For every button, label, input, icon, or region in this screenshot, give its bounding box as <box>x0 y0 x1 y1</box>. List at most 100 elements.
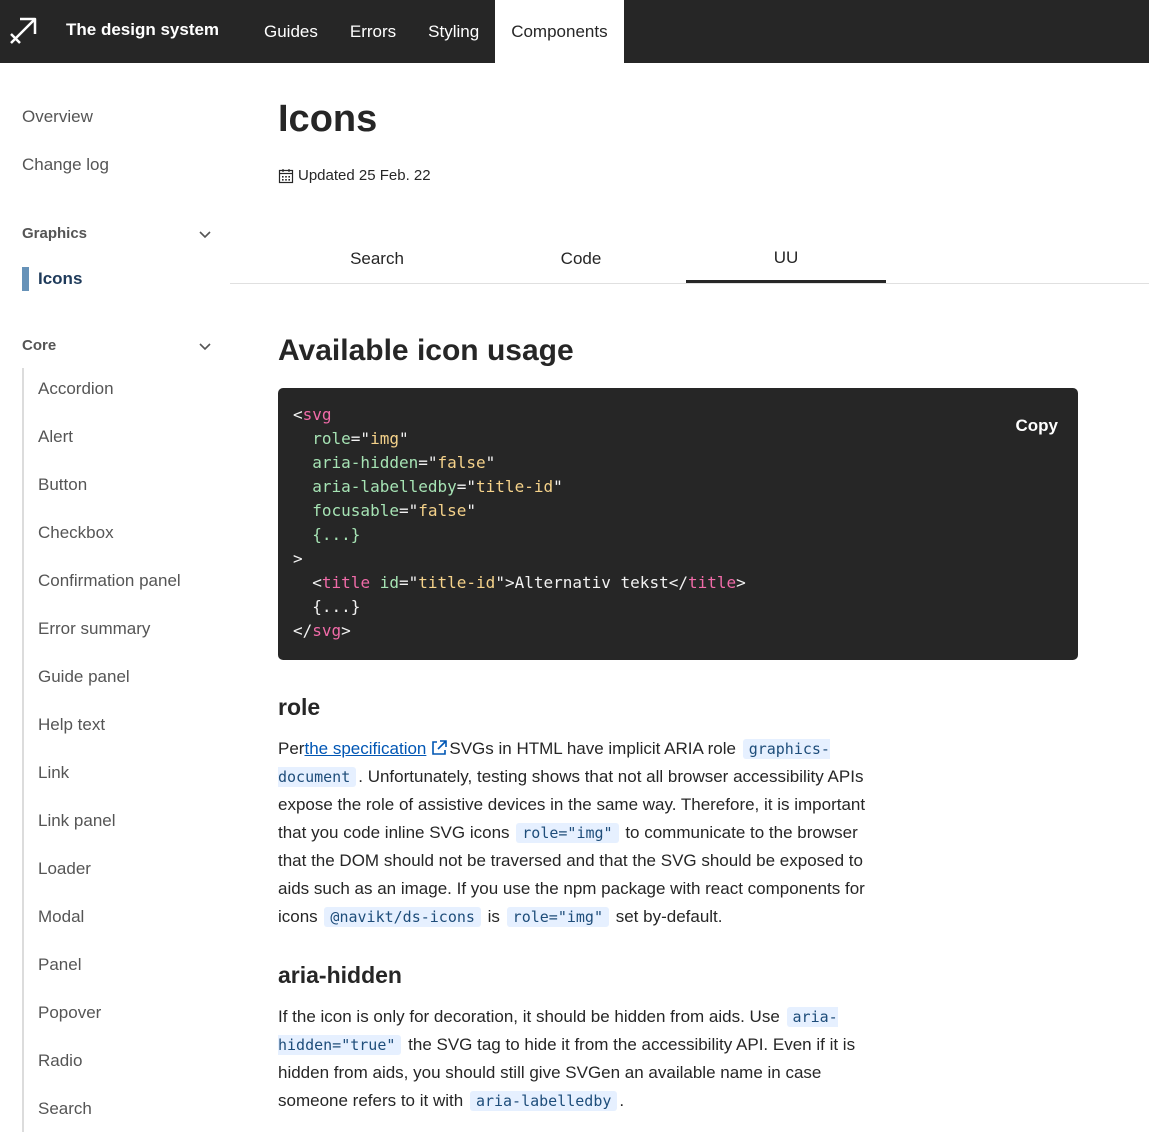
code-token: =" <box>350 429 371 448</box>
code-token: =" <box>398 501 419 520</box>
code-line: <svg <box>293 403 746 427</box>
top-bar: The design system Guides Errors Styling … <box>0 0 1149 63</box>
text: If the icon is only for decoration, it s… <box>278 1007 780 1026</box>
code-line: role="img" <box>293 427 746 451</box>
code-token: role <box>312 429 351 448</box>
code-token: svg <box>302 405 332 424</box>
code-token: title-id <box>476 477 554 496</box>
code-token: =" <box>398 573 419 592</box>
code-token: " <box>398 429 409 448</box>
code-token: title-id <box>418 573 496 592</box>
nav-components[interactable]: Components <box>495 0 624 63</box>
updated-date: Updated 25 Feb. 22 <box>278 167 431 184</box>
code-token: title <box>687 573 737 592</box>
text: set by-default. <box>615 907 723 926</box>
code-token: " <box>553 477 563 496</box>
code-token: " <box>466 501 477 520</box>
text: Per <box>278 739 305 758</box>
logo-icon[interactable] <box>8 16 38 46</box>
nav-guides[interactable]: Guides <box>248 0 334 63</box>
code-token: </ <box>293 621 313 640</box>
copy-button[interactable]: Copy <box>1016 416 1059 436</box>
code-token: focusable <box>312 501 399 520</box>
tab-search[interactable]: Search <box>277 235 477 283</box>
code-token: =" <box>456 477 477 496</box>
updated-text: Updated 25 Feb. 22 <box>298 167 431 184</box>
inline-code: role="img" <box>506 907 609 927</box>
tab-code[interactable]: Code <box>481 235 681 283</box>
sidebar-item-label: Icons <box>38 269 83 288</box>
code-token: > <box>293 549 303 568</box>
inline-code: aria-labelledby <box>469 1091 618 1111</box>
sidebar-item-accordion[interactable]: Accordion <box>38 379 114 399</box>
sidebar-item-modal[interactable]: Modal <box>38 907 84 927</box>
code-token: false <box>418 501 467 520</box>
page-title: Icons <box>278 98 378 140</box>
sidebar-item-error-summary[interactable]: Error summary <box>38 619 150 639</box>
sidebar-item-alert[interactable]: Alert <box>38 427 73 447</box>
code-token: =" <box>418 453 438 472</box>
code-token: svg <box>312 621 342 640</box>
tab-uu[interactable]: UU <box>686 235 886 283</box>
inline-code: @navikt/ds-icons <box>324 907 481 927</box>
sidebar-item-link-panel[interactable]: Link panel <box>38 811 116 831</box>
sidebar-item-button[interactable]: Button <box>38 475 87 495</box>
sidebar-item-loader[interactable]: Loader <box>38 859 91 879</box>
code-block: <svg role="img" aria-hidden="false" aria… <box>278 388 1078 660</box>
sidebar-item-panel[interactable]: Panel <box>38 955 81 975</box>
nav-errors[interactable]: Errors <box>334 0 412 63</box>
core-group-divider <box>22 368 24 1132</box>
chevron-down-icon <box>199 342 211 350</box>
code-token: " <box>485 453 496 472</box>
section-title: Available icon usage <box>278 334 574 367</box>
sidebar-group-graphics[interactable]: Graphics <box>22 225 212 242</box>
sidebar-item-confirmation-panel[interactable]: Confirmation panel <box>38 571 181 591</box>
code-token: {...} <box>293 597 361 616</box>
code-line: {...} <box>293 523 746 547</box>
code-line: focusable="false" <box>293 499 746 523</box>
code-token: id <box>379 573 399 592</box>
active-indicator <box>22 267 29 291</box>
sidebar-item-overview[interactable]: Overview <box>22 107 93 127</box>
sidebar-group-core[interactable]: Core <box>22 337 212 354</box>
code-token: < <box>293 573 322 592</box>
aria-hidden-heading: aria-hidden <box>278 962 402 988</box>
code-token: > <box>341 621 351 640</box>
sidebar-item-guide-panel[interactable]: Guide panel <box>38 667 130 687</box>
chevron-down-icon <box>199 230 211 238</box>
code-snippet[interactable]: <svg role="img" aria-hidden="false" aria… <box>293 403 746 643</box>
sidebar-item-checkbox[interactable]: Checkbox <box>38 523 114 543</box>
code-token: {...} <box>312 525 361 544</box>
sidebar-item-popover[interactable]: Popover <box>38 1003 101 1023</box>
sidebar-group-label: Core <box>22 337 57 354</box>
code-token: aria-hidden <box>312 453 419 472</box>
specification-link[interactable]: the specification <box>304 739 426 758</box>
sidebar-group-label: Graphics <box>22 225 88 242</box>
sidebar-item-icons[interactable]: Icons <box>22 267 82 291</box>
code-line: aria-hidden="false" <box>293 451 746 475</box>
aria-hidden-paragraph: If the icon is only for decoration, it s… <box>278 1003 878 1115</box>
code-line: </svg> <box>293 619 746 643</box>
code-line: aria-labelledby="title-id" <box>293 475 746 499</box>
code-token: img <box>370 429 399 448</box>
text: is <box>487 907 500 926</box>
sidebar-item-search[interactable]: Search <box>38 1099 92 1119</box>
nav-styling[interactable]: Styling <box>412 0 495 63</box>
calendar-icon <box>278 168 294 183</box>
tab-bar: Search Code UU <box>230 235 1149 284</box>
sidebar-item-radio[interactable]: Radio <box>38 1051 82 1071</box>
site-title[interactable]: The design system <box>66 20 219 40</box>
sidebar-item-changelog[interactable]: Change log <box>22 155 109 175</box>
code-token: > <box>736 573 746 592</box>
external-link-icon[interactable] <box>430 739 448 757</box>
code-line: <title id="title-id">Alternativ tekst</t… <box>293 571 746 595</box>
sidebar-item-help-text[interactable]: Help text <box>38 715 105 735</box>
code-token: ">Alternativ tekst</ <box>495 573 688 592</box>
code-line: {...} <box>293 595 746 619</box>
sidebar-item-link[interactable]: Link <box>38 763 69 783</box>
code-token: false <box>437 453 486 472</box>
code-token: < <box>293 405 303 424</box>
